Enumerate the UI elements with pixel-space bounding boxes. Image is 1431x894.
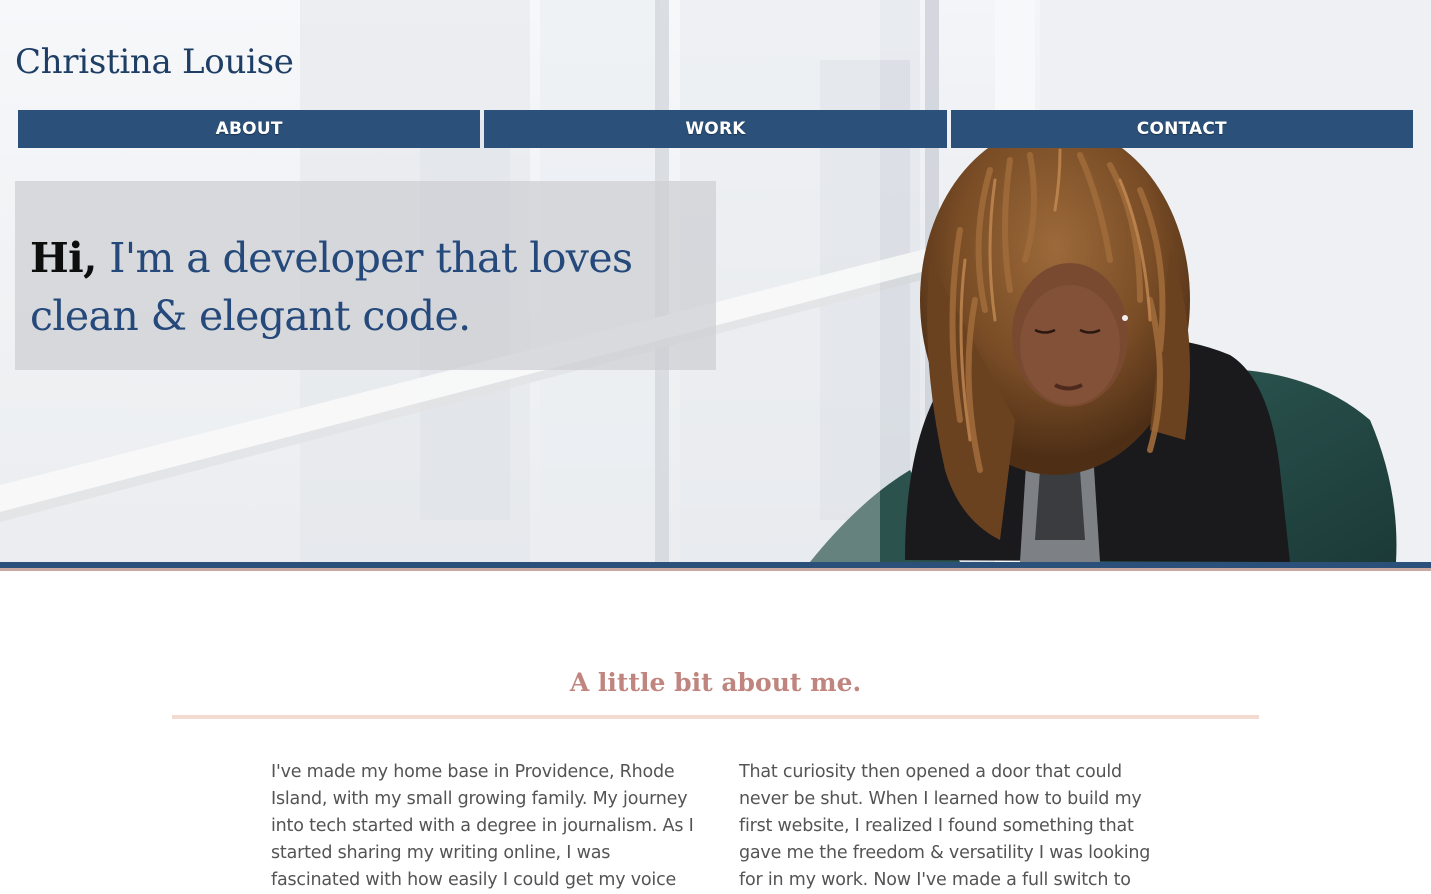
nav-item-contact[interactable]: CONTACT	[950, 110, 1413, 148]
about-title: A little bit about me.	[569, 668, 862, 697]
about-paragraph-right: That curiosity then opened a door that c…	[739, 762, 1151, 890]
hero-divider-pink	[0, 568, 1431, 571]
hero-headline: Hi, I'm a developer that loves clean & e…	[30, 229, 690, 345]
site-brand[interactable]: Christina Louise	[15, 40, 294, 84]
nav-item-about[interactable]: ABOUT	[18, 110, 481, 148]
hero-greeting: Hi,	[30, 234, 97, 282]
hero-section: Christina Louise ABOUT WORK CONTACT Hi, …	[0, 0, 1431, 562]
hero-intro-box: Hi, I'm a developer that loves clean & e…	[15, 181, 716, 370]
about-title-underline	[172, 715, 1259, 719]
hero-tagline: I'm a developer that loves clean & elega…	[30, 234, 633, 340]
about-paragraph-left: I've made my home base in Providence, Rh…	[271, 762, 694, 890]
nav-item-work[interactable]: WORK	[484, 110, 947, 148]
main-nav: ABOUT WORK CONTACT	[18, 110, 1413, 148]
